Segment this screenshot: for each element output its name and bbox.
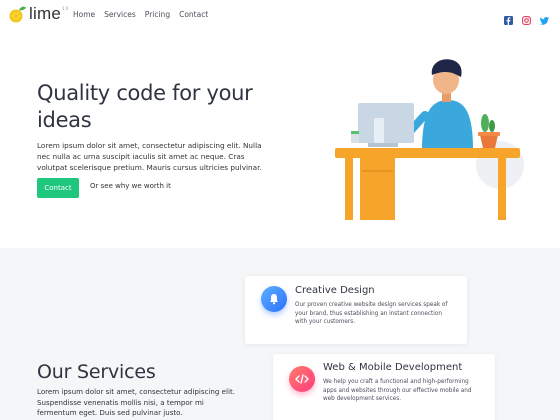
nav-pricing[interactable]: Pricing [145, 10, 170, 19]
brand-version: 1.0 [61, 6, 69, 11]
lime-logo-icon [9, 5, 27, 23]
hero-description: Lorem ipsum dolor sit amet, consectetur … [37, 141, 262, 172]
nav-services[interactable]: Services [104, 10, 136, 19]
card-title: Creative Design [295, 285, 375, 296]
services-title: Our Services [37, 361, 156, 383]
code-icon [289, 366, 315, 392]
contact-button[interactable]: Contact [37, 178, 79, 198]
service-card-web-mobile[interactable]: Web & Mobile Development We help you cra… [273, 354, 495, 420]
twitter-icon[interactable] [540, 10, 549, 25]
social-links [495, 10, 549, 25]
services-description: Lorem ipsum dolor sit amet, consectetur … [37, 387, 235, 417]
bell-icon [261, 286, 287, 312]
main-menu: Home Services Pricing Contact [73, 10, 217, 19]
hero-illustration [330, 55, 530, 230]
card-description: We help you craft a functional and high-… [323, 379, 472, 403]
nav-contact[interactable]: Contact [179, 10, 208, 19]
brand-name: lime [29, 4, 61, 23]
card-title: Web & Mobile Development [323, 362, 463, 373]
service-card-creative-design[interactable]: Creative Design Our proven creative webs… [245, 276, 467, 344]
instagram-icon[interactable] [522, 10, 531, 25]
brand-logo[interactable]: lime 1.0 [9, 5, 68, 23]
card-description: Our proven creative website design servi… [295, 302, 448, 326]
nav-home[interactable]: Home [73, 10, 95, 19]
facebook-icon[interactable] [504, 10, 513, 25]
why-us-link[interactable]: Or see why we worth it [90, 182, 171, 190]
hero-title: Quality code for your ideas [37, 81, 253, 132]
top-navbar: lime 1.0 Home Services Pricing Contact [0, 0, 560, 32]
